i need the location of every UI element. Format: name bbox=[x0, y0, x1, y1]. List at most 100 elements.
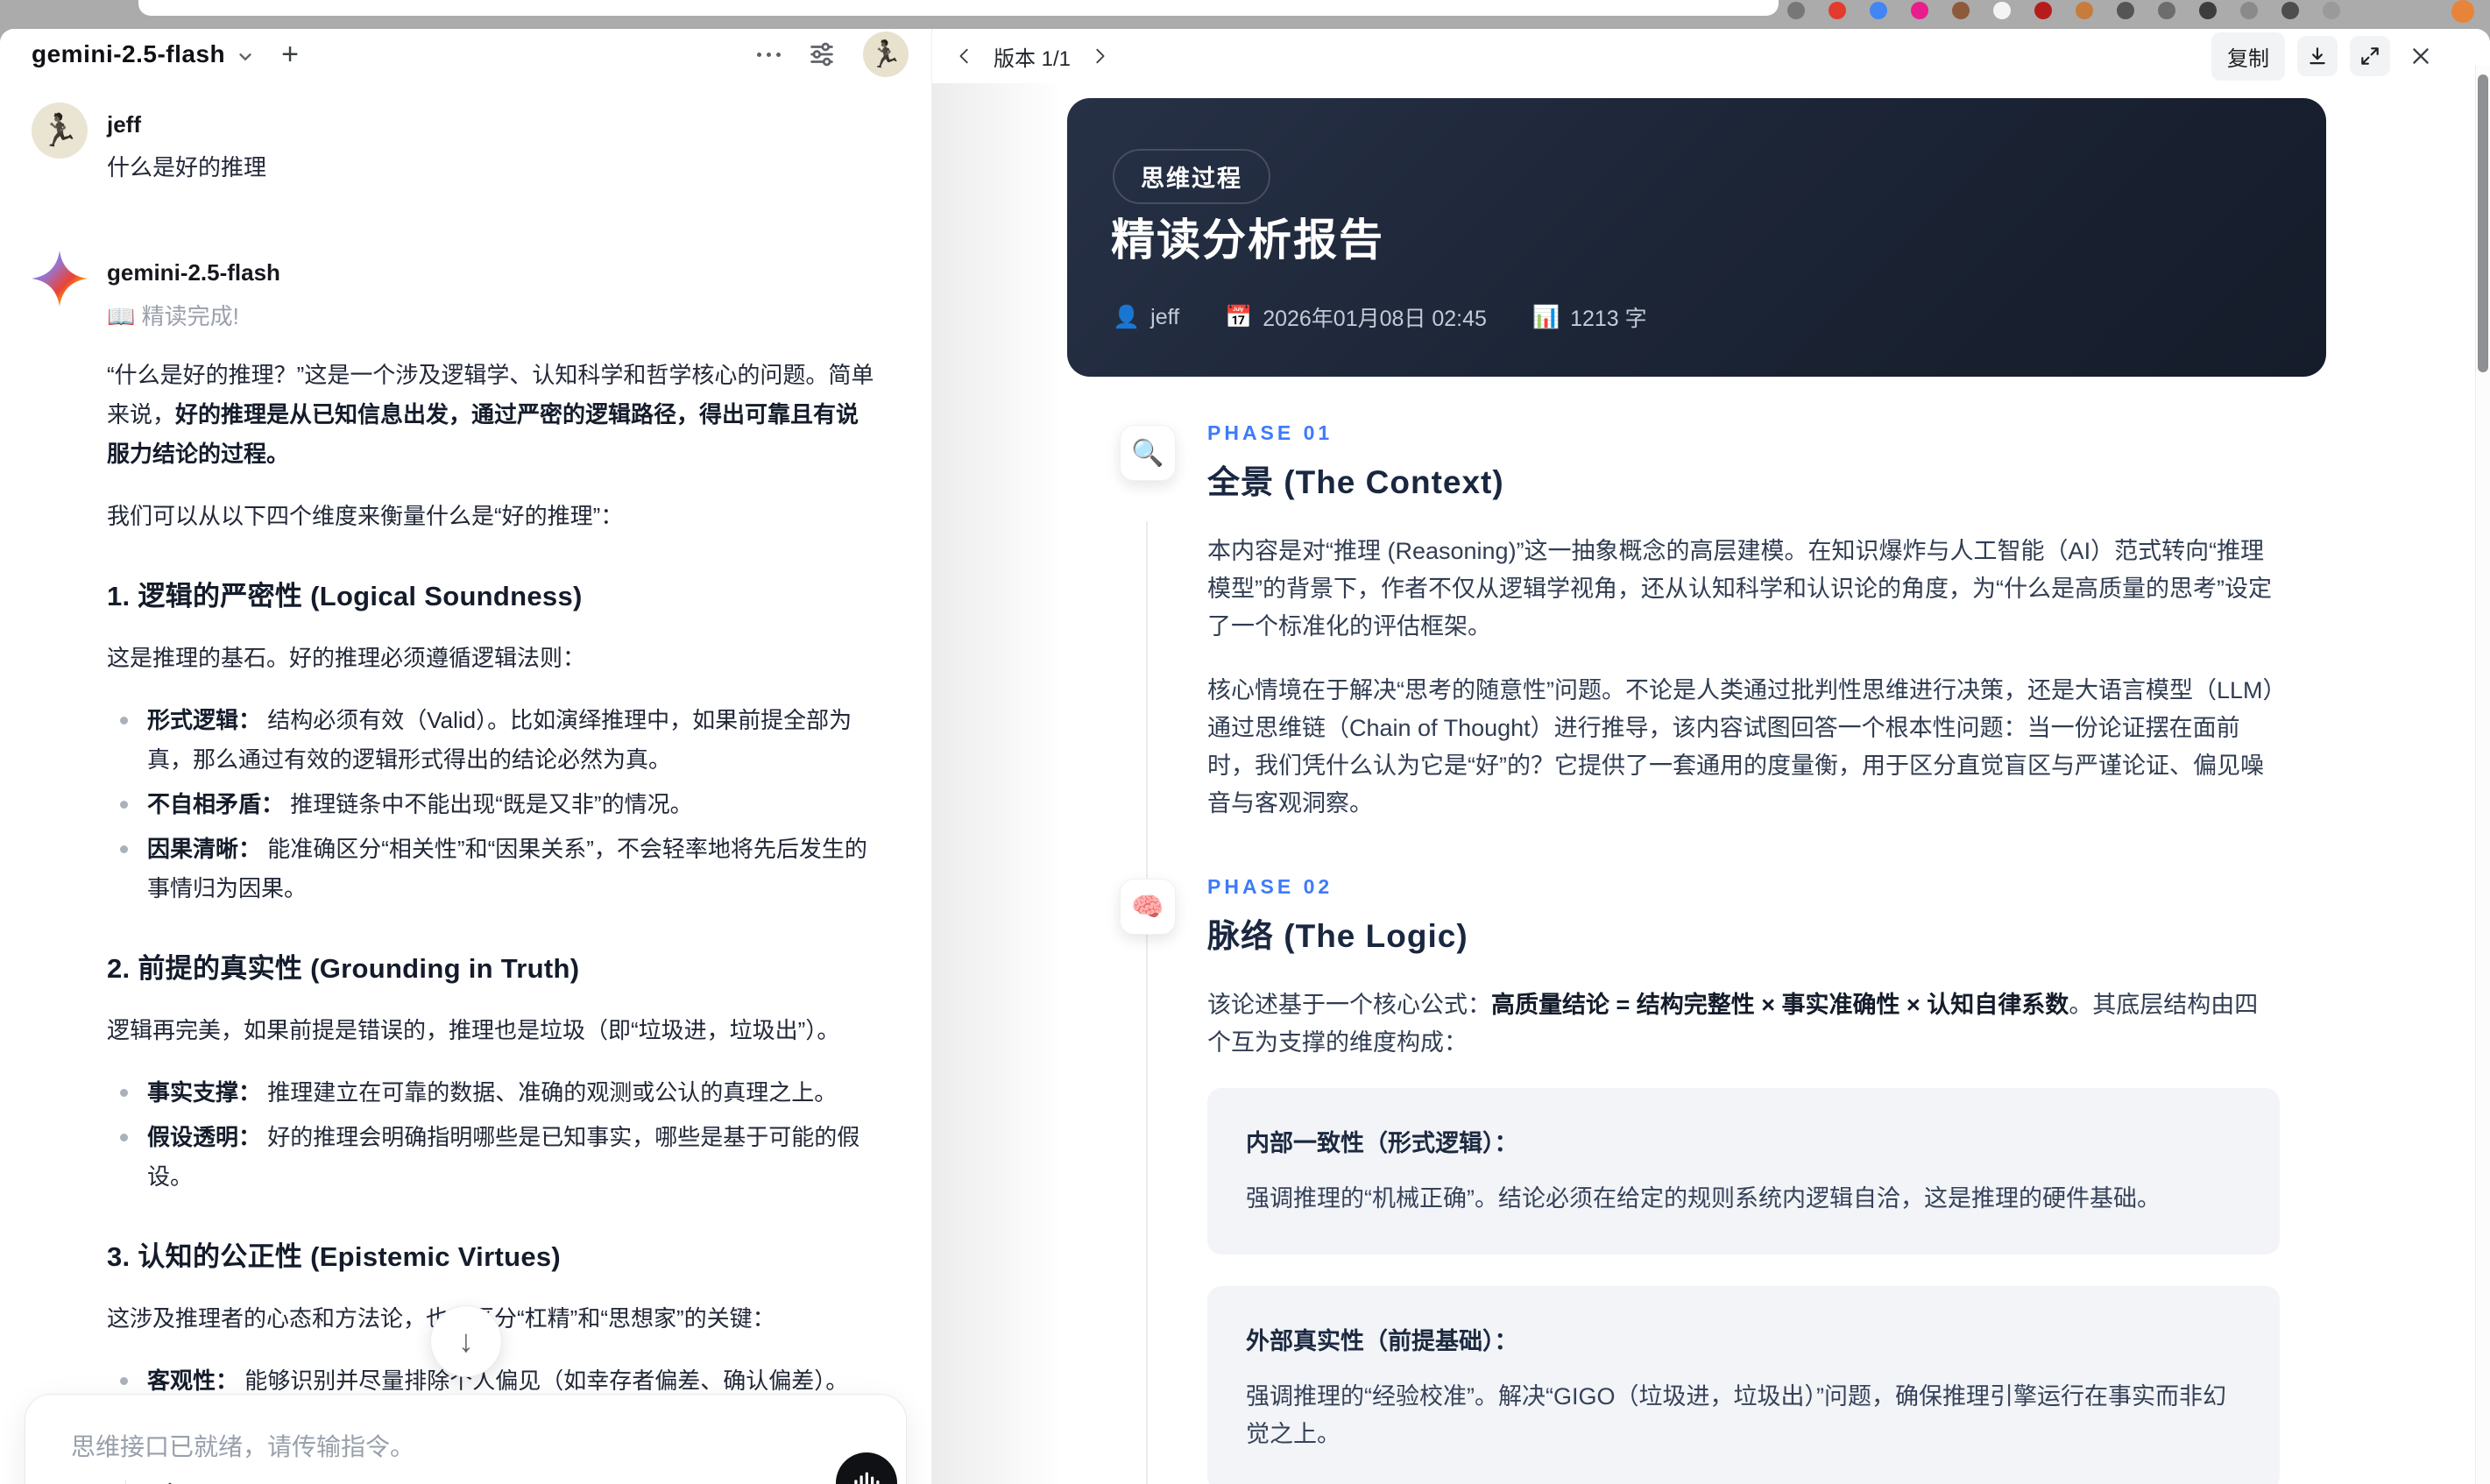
list-item: 不自相矛盾： 推理链条中不能出现“既是又非”的情况。 bbox=[107, 785, 880, 824]
version-next-button[interactable] bbox=[1085, 41, 1114, 71]
extension-icon[interactable] bbox=[2034, 2, 2052, 19]
report-hero-card: 思维过程 精读分析报告 👤 jeff 📅 2026年01月08日 02:45 📊 bbox=[1067, 98, 2326, 377]
chat-header: gemini-2.5-flash + 🏃 bbox=[0, 29, 931, 80]
user-message: 🏃 jeff 什么是好的推理 bbox=[32, 102, 888, 187]
extension-icon[interactable] bbox=[2117, 2, 2134, 19]
meta-date: 📅 2026年01月08日 02:45 bbox=[1225, 304, 1487, 332]
phase-body: 该论述基于一个核心公式：高质量结论 = 结构完整性 × 事实准确性 × 认知自律… bbox=[1207, 986, 2280, 1484]
user-avatar: 🏃 bbox=[32, 102, 88, 159]
user-message-text: 什么是好的推理 bbox=[107, 154, 267, 180]
download-icon bbox=[2310, 47, 2325, 65]
phase-label: PHASE 02 bbox=[1207, 875, 1333, 898]
extension-icon[interactable] bbox=[1787, 2, 1805, 19]
meta-author: 👤 jeff bbox=[1113, 304, 1180, 329]
artifact-toolbar: 版本 1/1 复制 bbox=[932, 29, 2490, 83]
phase-label: PHASE 01 bbox=[1207, 421, 1333, 444]
brain-icon: 🧠 bbox=[1120, 879, 1176, 935]
list-item: 事实支撑： 推理建立在可靠的数据、准确的观测或公认的真理之上。 bbox=[107, 1073, 880, 1113]
expand-icon bbox=[2361, 47, 2379, 65]
artifact-actions: 复制 bbox=[2211, 32, 2439, 81]
browser-extensions bbox=[1787, 2, 2340, 19]
app-window: gemini-2.5-flash + 🏃 🏃 jeff 什么是好的推理 gemi… bbox=[0, 29, 2490, 1484]
section-desc: 逻辑再完美，如果前提是错误的，推理也是垃圾（即“垃圾进，垃圾出”）。 bbox=[107, 1017, 840, 1043]
report-phases: 🔍 PHASE 01 全景 (The Context) 本内容是对“推理 (Re… bbox=[932, 392, 2476, 1484]
close-button[interactable] bbox=[2402, 38, 2439, 74]
assistant-name: gemini-2.5-flash bbox=[107, 259, 280, 286]
extension-icon[interactable] bbox=[2281, 2, 2299, 19]
dimension-card: 外部真实性（前提基础）： 强调推理的“经验校准”。解决“GIGO（垃圾进，垃圾出… bbox=[1207, 1286, 2280, 1484]
chevron-down-icon bbox=[236, 47, 255, 67]
list-item: 因果清晰： 能准确区分“相关性”和“因果关系”，不会轻率地将先后发生的事情归为因… bbox=[107, 830, 880, 908]
extension-icon[interactable] bbox=[1870, 2, 1887, 19]
chat-panel: gemini-2.5-flash + 🏃 🏃 jeff 什么是好的推理 gemi… bbox=[0, 29, 932, 1484]
extension-icon[interactable] bbox=[2199, 2, 2217, 19]
version-label: 版本 1/1 bbox=[994, 46, 1072, 71]
model-selector[interactable]: gemini-2.5-flash bbox=[32, 40, 225, 68]
extension-icon[interactable] bbox=[1911, 2, 1928, 19]
waveform-icon bbox=[851, 1470, 882, 1484]
account-avatar[interactable]: 🏃 bbox=[863, 32, 909, 77]
voice-input-button[interactable] bbox=[836, 1452, 897, 1484]
scroll-to-bottom-button[interactable]: ↓ bbox=[430, 1305, 502, 1377]
phase-section-1: 🔍 PHASE 01 全景 (The Context) 本内容是对“推理 (Re… bbox=[932, 421, 2476, 823]
new-chat-button[interactable]: + bbox=[281, 39, 299, 69]
phase-formula: 该论述基于一个核心公式：高质量结论 = 结构完整性 × 事实准确性 × 认知自律… bbox=[1207, 992, 2259, 1056]
section-heading: 2. 前提的真实性 (Grounding in Truth) bbox=[107, 953, 580, 984]
artifact-content[interactable]: 思维过程 精读分析报告 👤 jeff 📅 2026年01月08日 02:45 📊 bbox=[932, 83, 2476, 1484]
message-composer[interactable]: 思维接口已就绪，请传输指令。 bbox=[25, 1394, 907, 1484]
report-meta: 👤 jeff 📅 2026年01月08日 02:45 📊 1213 字 bbox=[1113, 301, 1647, 333]
scrollbar[interactable] bbox=[2475, 66, 2490, 1484]
list-item: 假设透明： 好的推理会明确指明哪些是已知事实，哪些是基于可能的假设。 bbox=[107, 1118, 880, 1197]
report-title: 精读分析报告 bbox=[1111, 216, 1384, 265]
chat-messages[interactable]: 🏃 jeff 什么是好的推理 gemini-2.5-flash 📖 精读完成! … bbox=[0, 80, 931, 1484]
dimension-card: 内部一致性（形式逻辑）： 强调推理的“机械正确”。结论必须在给定的规则系统内逻辑… bbox=[1207, 1088, 2280, 1254]
extension-icon[interactable] bbox=[1829, 2, 1846, 19]
artifact-panel: 版本 1/1 复制 思维过程 精读分析报告 👤 jeff 📅 2026年01月0… bbox=[932, 29, 2490, 1484]
section-heading: 1. 逻辑的严密性 (Logical Soundness) bbox=[107, 581, 583, 611]
browser-omnibox[interactable] bbox=[138, 0, 1779, 16]
screen: gemini-2.5-flash + 🏃 🏃 jeff 什么是好的推理 gemi… bbox=[0, 0, 2490, 1484]
more-options-button[interactable] bbox=[757, 52, 781, 57]
expand-button[interactable] bbox=[2350, 36, 2390, 76]
composer-placeholder: 思维接口已就绪，请传输指令。 bbox=[71, 1433, 415, 1460]
copy-button[interactable]: 复制 bbox=[2211, 32, 2285, 81]
phase-section-2: 🧠 PHASE 02 脉络 (The Logic) 该论述基于一个核心公式：高质… bbox=[932, 875, 2476, 1484]
phase-paragraph: 核心情境在于解决“思考的随意性”问题。不论是人类通过批判性思维进行决策，还是大语… bbox=[1207, 677, 2275, 816]
extension-icon[interactable] bbox=[2323, 2, 2340, 19]
person-icon: 👤 bbox=[1113, 304, 1141, 329]
user-name: jeff bbox=[107, 111, 141, 138]
phase-body: 本内容是对“推理 (Reasoning)”这一抽象概念的高层建模。在知识爆炸与人… bbox=[1207, 533, 2280, 823]
bullet-list: 形式逻辑： 结构必须有效（Valid）。比如演绎推理中，如果前提全部为真，那么通… bbox=[107, 701, 880, 908]
arrow-down-icon: ↓ bbox=[458, 1323, 474, 1359]
composer-tools bbox=[69, 1480, 240, 1484]
assistant-lead: 我们可以从以下四个维度来衡量什么是“好的推理”： bbox=[107, 503, 624, 529]
dimension-cards: 内部一致性（形式逻辑）： 强调推理的“机械正确”。结论必须在给定的规则系统内逻辑… bbox=[1207, 1088, 2280, 1484]
list-item: 形式逻辑： 结构必须有效（Valid）。比如演绎推理中，如果前提全部为真，那么通… bbox=[107, 701, 880, 780]
version-prev-button[interactable] bbox=[950, 41, 980, 71]
version-nav: 版本 1/1 bbox=[950, 41, 1114, 72]
phase-title: 全景 (The Context) bbox=[1207, 464, 1504, 500]
browser-toolbar bbox=[0, 0, 2490, 29]
assistant-intro: “什么是好的推理？”这是一个涉及逻辑学、认知科学和哲学核心的问题。简单来说，好的… bbox=[107, 362, 874, 467]
divider bbox=[125, 1480, 126, 1484]
browser-profile-avatar[interactable] bbox=[2451, 0, 2474, 23]
phase-paragraph: 本内容是对“推理 (Reasoning)”这一抽象概念的高层建模。在知识爆炸与人… bbox=[1207, 538, 2272, 640]
bullet-list: 事实支撑： 推理建立在可靠的数据、准确的观测或公认的真理之上。 假设透明： 好的… bbox=[107, 1073, 880, 1197]
report-badge: 思维过程 bbox=[1113, 149, 1270, 204]
extension-icon[interactable] bbox=[1952, 2, 1970, 19]
magnifier-icon: 🔍 bbox=[1120, 425, 1176, 481]
tune-icon[interactable] bbox=[807, 39, 837, 69]
extension-icon[interactable] bbox=[2240, 2, 2258, 19]
section-desc: 这是推理的基石。好的推理必须遵循逻辑法则： bbox=[107, 645, 586, 671]
scrollbar-thumb[interactable] bbox=[2478, 74, 2488, 372]
extension-icon[interactable] bbox=[2076, 2, 2093, 19]
phase-title: 脉络 (The Logic) bbox=[1207, 918, 1468, 954]
extension-icon[interactable] bbox=[1993, 2, 2011, 19]
close-icon bbox=[2413, 48, 2429, 64]
meta-wordcount: 📊 1213 字 bbox=[1531, 304, 1647, 332]
download-button[interactable] bbox=[2297, 36, 2338, 76]
calendar-icon: 📅 bbox=[1225, 304, 1253, 329]
extension-icon[interactable] bbox=[2158, 2, 2175, 19]
section-heading: 3. 认知的公正性 (Epistemic Virtues) bbox=[107, 1241, 562, 1272]
assistant-message: gemini-2.5-flash 📖 精读完成! “什么是好的推理？”这是一个涉… bbox=[32, 251, 888, 1484]
